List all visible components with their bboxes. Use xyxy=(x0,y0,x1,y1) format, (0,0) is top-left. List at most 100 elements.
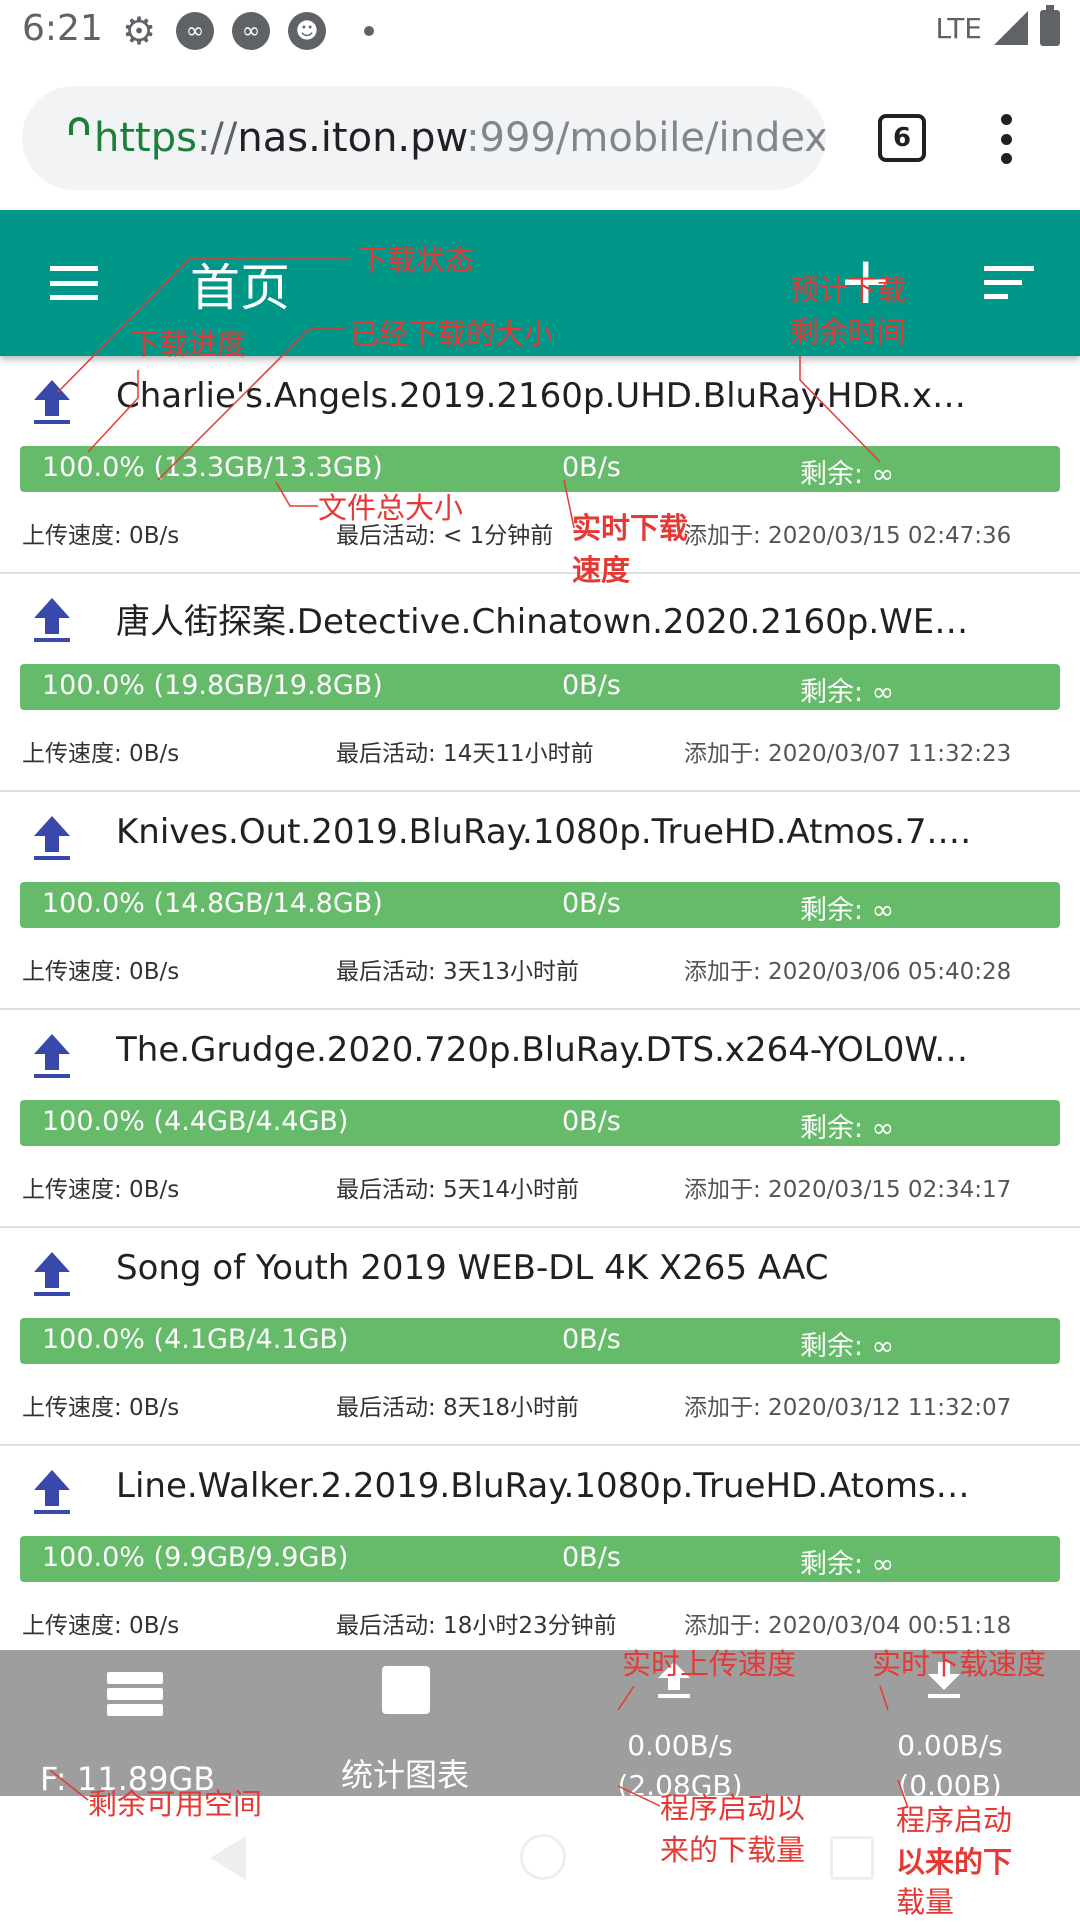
annotation-since-start-download-line2: 来的下载量 xyxy=(660,1833,806,1867)
annotation-realtime-download: 实时下载速度 xyxy=(872,1647,1047,1681)
sort-icon[interactable] xyxy=(984,266,1034,300)
eta-text: 剩余: ∞ xyxy=(800,1331,895,1362)
address-bar[interactable]: https://nas.iton.pw:999/mobile/index xyxy=(22,86,826,190)
progress-text: 100.0% (14.8GB/14.8GB) xyxy=(42,888,383,919)
upload-speed: 上传速度: 0B/s xyxy=(22,1177,180,1203)
torrent-name: Charlie's.Angels.2019.2160p.UHD.BluRay.H… xyxy=(116,376,976,416)
upload-status-icon xyxy=(34,816,70,860)
url-host: nas.iton.pw xyxy=(237,115,467,161)
download-speed: 0B/s xyxy=(562,1324,621,1355)
torrent-name: The.Grudge.2020.720p.BluRay.DTS.x264-YOL… xyxy=(116,1030,976,1070)
upload-status-icon xyxy=(34,1252,70,1296)
torrent-name: Knives.Out.2019.BluRay.1080p.TrueHD.Atmo… xyxy=(116,812,976,852)
url-separator: :// xyxy=(196,115,238,161)
torrent-item[interactable]: Charlie's.Angels.2019.2160p.UHD.BluRay.H… xyxy=(0,356,1080,574)
added-date: 添加于: 2020/03/06 05:40:28 xyxy=(684,959,1012,985)
progress-text: 100.0% (9.9GB/9.9GB) xyxy=(42,1542,349,1573)
stats-chart-button[interactable]: 统计图表 xyxy=(310,1750,500,1796)
annotation-total-size: 文件总大小 xyxy=(318,491,464,525)
torrent-item[interactable]: Song of Youth 2019 WEB-DL 4K X265 AAC 10… xyxy=(0,1228,1080,1446)
annotation-free-space: 剩余可用空间 xyxy=(88,1787,263,1821)
added-date: 添加于: 2020/03/12 11:32:07 xyxy=(684,1395,1012,1421)
dot-icon xyxy=(364,26,374,36)
progress-bar: 100.0% (9.9GB/9.9GB) 0B/s 剩余: ∞ xyxy=(20,1536,1060,1582)
torrent-item[interactable]: The.Grudge.2020.720p.BluRay.DTS.x264-YOL… xyxy=(0,1010,1080,1228)
storage-icon[interactable] xyxy=(107,1672,163,1716)
download-speed: 0B/s xyxy=(562,1542,621,1573)
browser-toolbar: https://nas.iton.pw:999/mobile/index 6 xyxy=(0,64,1080,210)
infinity-icon: ∞ xyxy=(232,12,270,50)
status-time: 6:21 xyxy=(22,8,103,49)
upload-status-icon xyxy=(34,380,70,424)
hamburger-menu-icon[interactable] xyxy=(50,266,98,300)
download-speed: 0B/s xyxy=(562,888,621,919)
annotation-download-status: 下载状态 xyxy=(358,243,475,277)
progress-bar: 100.0% (19.8GB/19.8GB) 0B/s 剩余: ∞ xyxy=(20,664,1060,710)
upload-status-icon xyxy=(34,598,70,642)
network-type: LTE xyxy=(935,11,982,45)
battery-icon xyxy=(1040,5,1060,46)
progress-text: 100.0% (19.8GB/19.8GB) xyxy=(42,670,383,701)
url-scheme: https xyxy=(94,115,197,161)
added-date: 添加于: 2020/03/04 00:51:18 xyxy=(684,1613,1012,1639)
progress-bar: 100.0% (13.3GB/13.3GB) 0B/s 剩余: ∞ xyxy=(20,446,1060,492)
added-date: 添加于: 2020/03/15 02:34:17 xyxy=(684,1177,1012,1203)
upload-status-icon xyxy=(34,1470,70,1514)
annotation-downloaded-size: 已经下载的大小 xyxy=(350,317,554,351)
annotation-since-start-line1: 程序启动 xyxy=(896,1803,1013,1837)
tab-switcher-button[interactable]: 6 xyxy=(878,114,926,162)
added-date: 添加于: 2020/03/07 11:32:23 xyxy=(684,741,1012,767)
eta-text: 剩余: ∞ xyxy=(800,895,895,926)
browser-menu-button[interactable] xyxy=(1000,114,1012,164)
last-activity: 最后活动: 5天14小时前 xyxy=(336,1177,579,1203)
notification-icons: ⚙ ∞ ∞ ☻ xyxy=(120,9,374,53)
eta-text: 剩余: ∞ xyxy=(800,459,895,490)
download-speed: 0B/s xyxy=(562,1106,621,1137)
eta-text: 剩余: ∞ xyxy=(800,1549,895,1580)
torrent-list: Charlie's.Angels.2019.2160p.UHD.BluRay.H… xyxy=(0,356,1080,1664)
annotation-realtime-line2: 速度 xyxy=(572,553,631,587)
progress-text: 100.0% (4.4GB/4.4GB) xyxy=(42,1106,349,1137)
torrent-item[interactable]: Line.Walker.2.2019.BluRay.1080p.TrueHD.A… xyxy=(0,1446,1080,1664)
progress-bar: 100.0% (14.8GB/14.8GB) 0B/s 剩余: ∞ xyxy=(20,882,1060,928)
download-speed-total: 0.00B/s xyxy=(897,1729,1003,1762)
upload-speed-total: 0.00B/s xyxy=(627,1729,733,1762)
annotation-realtime-line1: 实时下载 xyxy=(572,511,689,545)
download-speed: 0B/s xyxy=(562,670,621,701)
download-stats: 0.00B/s (0.00B) xyxy=(870,1726,1030,1806)
annotation-download-progress: 下载进度 xyxy=(130,327,247,361)
progress-bar: 100.0% (4.4GB/4.4GB) 0B/s 剩余: ∞ xyxy=(20,1100,1060,1146)
url-path: :999/mobile/index xyxy=(466,115,826,161)
gear-icon: ⚙ xyxy=(121,9,157,53)
progress-text: 100.0% (13.3GB/13.3GB) xyxy=(42,452,383,483)
last-activity: 最后活动: 3天13小时前 xyxy=(336,959,579,985)
emoji-icon: ☻ xyxy=(288,12,326,50)
annotation-eta-line2: 剩余时间 xyxy=(790,315,907,349)
infinity-icon: ∞ xyxy=(176,12,214,50)
last-activity: 最后活动: 14天11小时前 xyxy=(336,741,594,767)
home-icon[interactable] xyxy=(520,1834,566,1880)
last-activity: 最后活动: 8天18小时前 xyxy=(336,1395,579,1421)
annotation-since-start-line3: 载量 xyxy=(896,1885,955,1919)
recent-apps-icon[interactable] xyxy=(830,1836,874,1880)
status-right: LTE xyxy=(935,5,1060,46)
annotation-since-start-download-line1: 程序启动以 xyxy=(660,1791,806,1825)
progress-bar: 100.0% (4.1GB/4.1GB) 0B/s 剩余: ∞ xyxy=(20,1318,1060,1364)
download-speed: 0B/s xyxy=(562,452,621,483)
torrent-name: Song of Youth 2019 WEB-DL 4K X265 AAC xyxy=(116,1248,829,1288)
upload-speed: 上传速度: 0B/s xyxy=(22,959,180,985)
torrent-name: 唐人街探案.Detective.Chinatown.2020.2160p.WEB… xyxy=(116,602,976,642)
back-icon[interactable] xyxy=(210,1836,246,1880)
annotation-since-start-line2: 以来的下 xyxy=(896,1845,1013,1879)
chart-icon[interactable] xyxy=(382,1666,430,1714)
annotation-realtime-upload: 实时上传速度 xyxy=(622,1647,797,1681)
torrent-item[interactable]: Knives.Out.2019.BluRay.1080p.TrueHD.Atmo… xyxy=(0,792,1080,1010)
eta-text: 剩余: ∞ xyxy=(800,1113,895,1144)
url-text[interactable]: https://nas.iton.pw:999/mobile/index xyxy=(94,115,826,161)
torrent-item[interactable]: 唐人街探案.Detective.Chinatown.2020.2160p.WEB… xyxy=(0,574,1080,792)
page-title: 首页 xyxy=(190,259,290,317)
upload-speed: 上传速度: 0B/s xyxy=(22,1613,180,1639)
added-date: 添加于: 2020/03/15 02:47:36 xyxy=(684,523,1012,549)
annotation-eta-line1: 预计下载 xyxy=(790,273,907,307)
torrent-name: Line.Walker.2.2019.BluRay.1080p.TrueHD.A… xyxy=(116,1466,976,1506)
